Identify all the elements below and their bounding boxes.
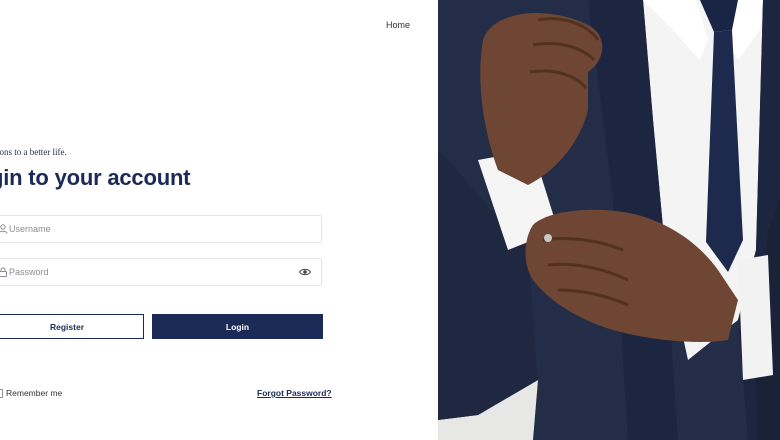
page-title: gin to your account <box>0 165 191 190</box>
password-field[interactable] <box>0 258 322 286</box>
user-icon <box>0 224 8 234</box>
tagline: ions to a better life. <box>0 147 67 157</box>
suit-man-illustration <box>438 0 780 440</box>
remember-me-checkbox[interactable]: Remember me <box>0 388 62 398</box>
username-field[interactable] <box>0 215 322 243</box>
register-button[interactable]: Register <box>0 314 144 339</box>
login-page: Home ions to a better life. gin to your … <box>0 0 780 440</box>
checkbox-box[interactable] <box>0 388 3 398</box>
forgot-password-link[interactable]: Forgot Password? <box>257 388 332 398</box>
hero-image <box>438 0 780 440</box>
remember-me-label: Remember me <box>6 388 63 398</box>
username-input[interactable] <box>9 216 289 242</box>
nav-home-link[interactable]: Home <box>386 20 410 30</box>
login-button[interactable]: Login <box>152 314 323 339</box>
lock-icon <box>0 267 7 277</box>
login-panel: Home ions to a better life. gin to your … <box>0 0 438 440</box>
password-input[interactable] <box>9 259 289 285</box>
eye-icon[interactable] <box>299 267 311 277</box>
